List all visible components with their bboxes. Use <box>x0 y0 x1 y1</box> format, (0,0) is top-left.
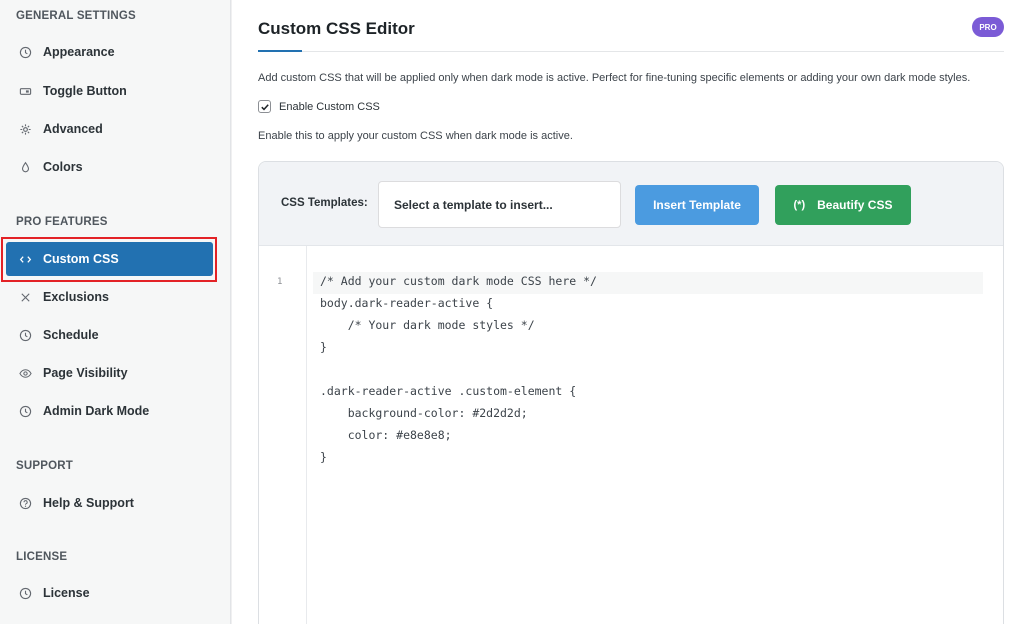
clock-icon <box>18 45 32 59</box>
sidebar-item-exclusions[interactable]: Exclusions <box>6 280 213 314</box>
title-underline <box>258 50 302 52</box>
close-icon <box>18 290 32 304</box>
sidebar-item-admin-dark-mode[interactable]: Admin Dark Mode <box>6 394 213 428</box>
sidebar-item-label: Page Visibility <box>43 366 128 380</box>
line-number-gutter <box>259 246 307 624</box>
question-icon <box>18 496 32 510</box>
line-number: 1 <box>277 277 283 287</box>
help-text: Enable this to apply your custom CSS whe… <box>258 130 573 142</box>
clock-icon <box>18 586 32 600</box>
sidebar-item-toggle-button[interactable]: Toggle Button <box>6 74 213 108</box>
code-line: /* Add your custom dark mode CSS here */ <box>320 274 597 288</box>
sidebar-item-appearance[interactable]: Appearance <box>6 35 213 69</box>
enable-custom-css-label: Enable Custom CSS <box>279 100 380 113</box>
main-panel: Custom CSS Editor PRO Add custom CSS tha… <box>232 0 1024 624</box>
code-line: .dark-reader-active .custom-element { <box>320 384 577 398</box>
code-line: } <box>320 450 327 464</box>
pro-badge: PRO <box>972 17 1004 37</box>
beautify-label: Beautify CSS <box>817 198 893 212</box>
enable-custom-css-row[interactable]: Enable Custom CSS <box>258 100 380 113</box>
templates-label: CSS Templates: <box>281 197 368 209</box>
code-line: color: #e8e8e8; <box>320 428 452 442</box>
css-editor: CSS Templates: Select a template to inse… <box>258 161 1004 624</box>
sidebar-item-label: Appearance <box>43 45 115 59</box>
droplet-icon <box>18 160 32 174</box>
clock-icon <box>18 328 32 342</box>
sidebar-item-label: Colors <box>43 160 83 174</box>
code-icon <box>18 252 32 266</box>
sidebar-item-label: Admin Dark Mode <box>43 404 150 418</box>
sidebar-item-colors[interactable]: Colors <box>6 150 213 184</box>
section-title-pro-features: PRO FEATURES <box>16 216 108 228</box>
page-title: Custom CSS Editor <box>258 19 415 38</box>
code-line: background-color: #2d2d2d; <box>320 406 528 420</box>
sidebar-item-custom-css[interactable]: Custom CSS <box>6 242 213 276</box>
sidebar-item-label: Help & Support <box>43 496 134 510</box>
clock-icon <box>18 404 32 418</box>
sidebar-item-label: Schedule <box>43 328 99 342</box>
sidebar-item-label: License <box>43 586 90 600</box>
sidebar: GENERAL SETTINGS Appearance Toggle Butto… <box>0 0 231 624</box>
eye-icon <box>18 366 32 380</box>
code-line: } <box>320 340 327 354</box>
description-text: Add custom CSS that will be applied only… <box>258 72 971 84</box>
sidebar-item-page-visibility[interactable]: Page Visibility <box>6 356 213 390</box>
template-select[interactable]: Select a template to insert... <box>378 181 621 228</box>
code-line: /* Your dark mode styles */ <box>320 318 535 332</box>
sidebar-item-label: Custom CSS <box>43 252 119 266</box>
sidebar-item-license[interactable]: License <box>6 576 213 610</box>
section-title-license: LICENSE <box>16 551 68 563</box>
sidebar-item-label: Toggle Button <box>43 84 127 98</box>
sidebar-item-schedule[interactable]: Schedule <box>6 318 213 352</box>
header-divider <box>258 51 1004 52</box>
sidebar-item-advanced[interactable]: Advanced <box>6 112 213 146</box>
code-line: body.dark-reader-active { <box>320 296 494 310</box>
sidebar-item-help-support[interactable]: Help & Support <box>6 486 213 520</box>
checkmark-icon <box>260 103 269 110</box>
code-area[interactable]: /* Add your custom dark mode CSS here */… <box>307 246 1003 624</box>
beautify-icon: (*) <box>793 199 806 211</box>
sidebar-item-label: Advanced <box>43 122 103 136</box>
toggle-icon <box>18 84 32 98</box>
beautify-css-button[interactable]: (*) Beautify CSS <box>775 185 911 225</box>
template-select-value: Select a template to insert... <box>394 197 553 212</box>
insert-template-button[interactable]: Insert Template <box>635 185 759 225</box>
sidebar-item-label: Exclusions <box>43 290 109 304</box>
gear-icon <box>18 122 32 136</box>
section-title-support: SUPPORT <box>16 460 73 472</box>
editor-toolbar: CSS Templates: Select a template to inse… <box>259 162 1003 246</box>
enable-custom-css-checkbox[interactable] <box>258 100 271 113</box>
section-title-general-settings: GENERAL SETTINGS <box>16 10 136 22</box>
